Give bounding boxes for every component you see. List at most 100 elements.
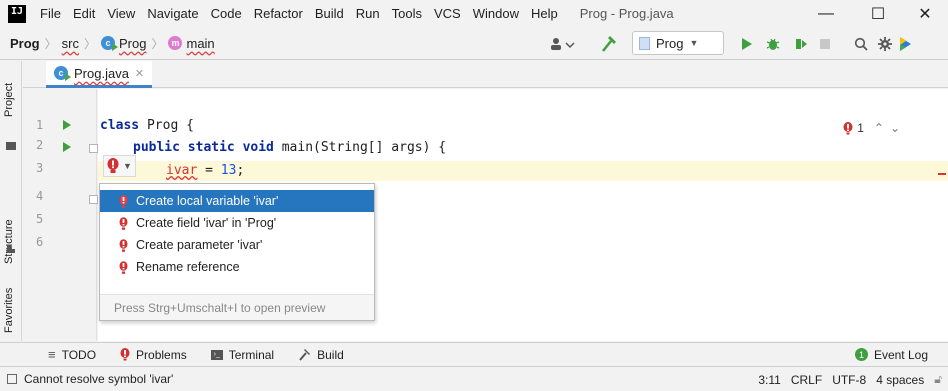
error-bulb-icon [119,238,128,252]
inspection-widget[interactable]: 1 ⌃ ⌄ [843,121,900,135]
line-separator[interactable]: CRLF [791,373,822,387]
code-text: Prog { [139,118,194,133]
todo-tool-button[interactable]: ≡ TODO [36,347,108,362]
menu-tools[interactable]: Tools [386,0,428,27]
menu-view[interactable]: View [101,0,141,27]
file-encoding[interactable]: UTF-8 [832,373,866,387]
code-line-1: class Prog { [98,116,948,136]
menu-window[interactable]: Window [467,0,525,27]
build-tool-button[interactable]: Build [286,348,356,362]
red-bulb-icon [107,158,119,173]
menu-refactor[interactable]: Refactor [248,0,309,27]
keyword: class [100,118,140,133]
next-error-icon[interactable]: ⌄ [890,121,900,135]
line-number: 5 [36,212,44,226]
status-widgets: 3:11 CRLF UTF-8 4 spaces 🔓︎ [758,367,948,391]
build-hammer-icon[interactable] [596,33,622,55]
close-tab-icon[interactable]: ✕ [135,67,144,80]
run-config-select[interactable]: Prog ▼ [632,31,724,55]
stop-icon[interactable] [815,33,835,55]
folder-icon [6,142,16,150]
breadcrumb-separator: 〉 [151,36,164,51]
chevron-down-icon: ▼ [123,161,132,171]
class-icon: c [54,66,71,81]
quickfix-create-parameter[interactable]: Create parameter 'ivar' [100,234,374,256]
breadcrumb-method[interactable]: m main [166,36,216,51]
error-icon [120,348,130,361]
error-bulb-icon [119,194,128,208]
jetbrains-toolbox-icon[interactable] [898,33,946,55]
line-number: 4 [36,189,44,203]
code-line-3: ivar = 13; [98,161,948,181]
status-message: Cannot resolve symbol 'ivar' [24,372,174,386]
editor-tab-bar: c Prog.java ✕ [23,61,948,88]
fold-marker-icon[interactable] [89,195,98,204]
unresolved-symbol[interactable]: ivar [166,163,197,178]
quickfix-label: Rename reference [136,260,240,274]
line-number: 6 [36,235,44,249]
caret-position[interactable]: 3:11 [758,373,780,387]
java-file-icon [639,36,650,50]
menu-run[interactable]: Run [350,0,386,27]
menu-help[interactable]: Help [525,0,564,27]
breadcrumb-separator: 〉 [83,36,96,51]
menu-build[interactable]: Build [309,0,350,27]
run-icon[interactable] [736,33,758,55]
project-tool-tab[interactable]: Project [3,83,15,117]
code-text: ; [236,163,245,178]
app-logo: IJ [8,4,26,23]
intention-bulb-button[interactable]: ▼ [103,155,136,177]
toggle-tool-windows-icon[interactable] [7,374,17,384]
quickfix-label: Create parameter 'ivar' [136,238,263,252]
menu-navigate[interactable]: Navigate [141,0,204,27]
breadcrumb-method-label: main [186,35,215,51]
minimize-button[interactable]: — [803,0,849,27]
menu-edit[interactable]: Edit [67,0,101,27]
code-line-2: public static void main(String[] args) { [98,138,948,158]
run-class-gutter-icon[interactable] [63,120,71,130]
run-main-gutter-icon[interactable] [63,142,71,152]
lock-icon[interactable]: 🔓︎ [934,372,942,387]
left-tool-strip: Project Structure Favorites [0,61,22,341]
quickfix-create-local-variable[interactable]: Create local variable 'ivar' [100,190,374,212]
menu-code[interactable]: Code [205,0,248,27]
maximize-button[interactable]: ☐ [855,0,901,27]
debug-icon[interactable] [762,33,784,55]
terminal-tool-button[interactable]: ›_ Terminal [199,348,286,362]
indent-setting[interactable]: 4 spaces [876,373,924,387]
quick-fix-popup: Create local variable 'ivar' Create fiel… [99,183,375,321]
fold-marker-icon[interactable] [89,144,98,153]
quickfix-create-field[interactable]: Create field 'ivar' in 'Prog' [100,212,374,234]
build-label: Build [317,347,344,362]
breadcrumb-class[interactable]: c Prog [99,36,148,51]
close-button[interactable]: ✕ [902,0,948,27]
vcs-user-icon[interactable] [548,33,578,55]
error-count: 1 [857,121,864,135]
line-number: 3 [36,161,44,175]
breadcrumb-src[interactable]: src [60,36,81,51]
problems-tool-button[interactable]: Problems [108,348,199,362]
keyword: public static void [133,140,274,155]
structure-tool-tab[interactable]: Structure [3,219,15,264]
editor-gutter: 1 2 3 4 5 6 [23,89,98,341]
menu-vcs[interactable]: VCS [428,0,467,27]
error-bulb-icon [119,216,128,230]
gear-icon[interactable] [874,33,896,55]
quickfix-rename-reference[interactable]: Rename reference [100,256,374,278]
method-icon: m [168,36,183,50]
todo-label: TODO [61,347,97,362]
favorites-tool-tab[interactable]: Favorites [3,288,15,333]
error-icon [843,121,853,134]
search-icon[interactable] [850,33,872,55]
coverage-icon[interactable] [790,33,812,55]
class-icon: c [101,36,118,51]
error-stripe-marker[interactable] [938,173,946,175]
menu-file[interactable]: File [34,0,67,27]
event-log-button[interactable]: 1 Event Log [843,348,940,362]
event-log-badge: 1 [854,348,868,361]
editor-tab-label: Prog.java [74,65,129,81]
number-literal: 13 [220,163,237,178]
editor-tab-prog-java[interactable]: c Prog.java ✕ [46,61,153,88]
breadcrumb-project[interactable]: Prog [8,36,42,51]
previous-error-icon[interactable]: ⌃ [874,121,884,135]
